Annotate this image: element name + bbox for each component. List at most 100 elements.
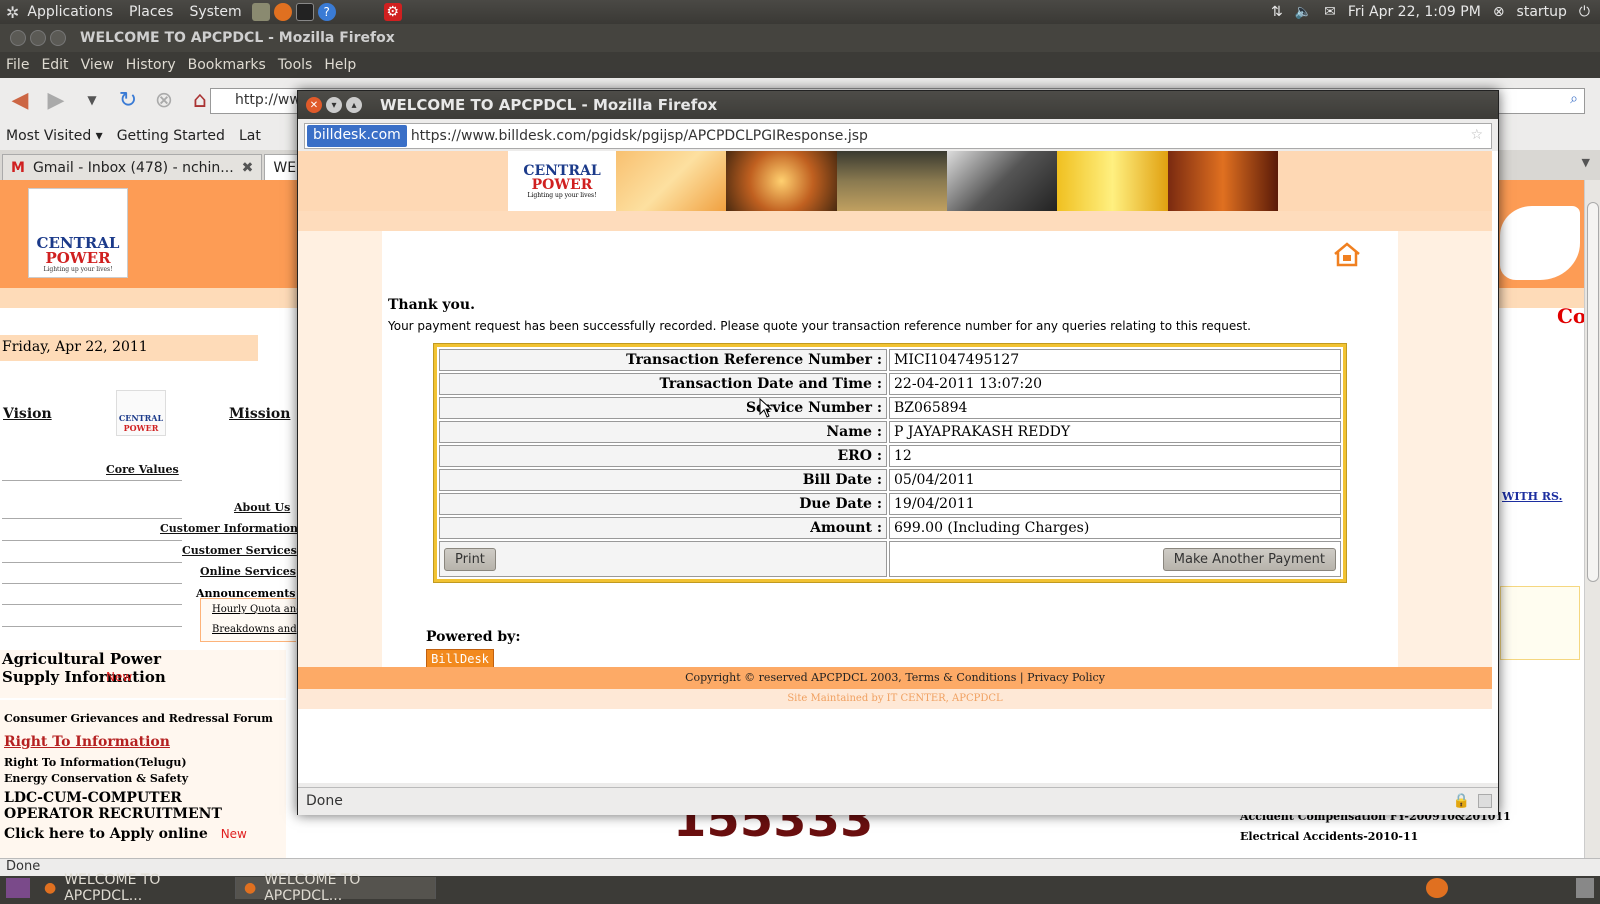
row-value: 12 bbox=[889, 445, 1341, 467]
copyright-text: Copyright © reserved APCPDCL 2003, bbox=[685, 671, 902, 684]
menu-history[interactable]: History bbox=[120, 57, 182, 73]
new-badge: New bbox=[220, 827, 247, 841]
transaction-table: Transaction Reference Number : MICI104749… bbox=[433, 343, 1347, 583]
row-label: Name : bbox=[439, 421, 887, 443]
core-values-link[interactable]: Core Values bbox=[106, 463, 179, 476]
menu-bookmarks[interactable]: Bookmarks bbox=[182, 57, 272, 73]
popup-titlebar: ✕ ▾ ▴ WELCOME TO APCPDCL - Mozilla Firef… bbox=[298, 91, 1498, 119]
make-another-payment-button[interactable]: Make Another Payment bbox=[1162, 547, 1336, 571]
minimize-icon[interactable]: ▾ bbox=[326, 97, 342, 113]
terminal-icon[interactable] bbox=[295, 3, 314, 21]
ubuntu-logo-icon[interactable]: ✲ bbox=[6, 3, 19, 22]
right-box bbox=[1500, 586, 1580, 660]
close-icon[interactable] bbox=[10, 30, 26, 46]
table-row: Bill Date :05/04/2011 bbox=[439, 469, 1341, 491]
mail-icon[interactable]: ✉ bbox=[1324, 4, 1336, 20]
new-badge: New bbox=[106, 670, 133, 684]
footer-separator: | bbox=[1019, 671, 1024, 684]
row-label: Service Number : bbox=[439, 397, 887, 419]
user-icon: ⊗ bbox=[1492, 4, 1505, 20]
menu-tools[interactable]: Tools bbox=[272, 57, 319, 73]
rti-link[interactable]: Right To Information bbox=[4, 734, 170, 750]
trash-icon[interactable] bbox=[1576, 878, 1594, 898]
search-icon[interactable]: ⌕ bbox=[1570, 91, 1578, 107]
tab-gmail[interactable]: M Gmail - Inbox (478) - nchin... ✖ bbox=[2, 154, 263, 180]
minimize-icon[interactable] bbox=[30, 30, 46, 46]
places-menu[interactable]: Places bbox=[121, 4, 182, 20]
ldc-recruitment-link[interactable]: LDC-CUM-COMPUTER OPERATOR RECRUITMENT bbox=[4, 790, 274, 822]
bg-scrollbar[interactable] bbox=[1584, 180, 1600, 858]
show-desktop-icon[interactable] bbox=[6, 878, 30, 898]
resize-grip-icon[interactable] bbox=[1478, 794, 1492, 808]
volume-icon[interactable]: 🔈 bbox=[1295, 4, 1312, 20]
announcement-item[interactable]: Hourly Quota and bbox=[212, 604, 303, 615]
menu-edit[interactable]: Edit bbox=[35, 57, 74, 73]
main-statusbar: Done bbox=[0, 858, 1600, 876]
mission-link[interactable]: Mission bbox=[229, 406, 290, 422]
site-maintained-text: Site Maintained by IT CENTER, APCPDCL bbox=[298, 689, 1492, 709]
scrollbar-thumb[interactable] bbox=[1587, 202, 1599, 582]
bg-links-list: Consumer Grievances and Redressal Forum … bbox=[0, 700, 286, 858]
print-button[interactable]: Print bbox=[444, 547, 496, 571]
close-icon[interactable]: ✕ bbox=[306, 97, 322, 113]
network-icon[interactable]: ⇅ bbox=[1271, 4, 1283, 20]
tab-list-icon[interactable]: ▼ bbox=[1582, 156, 1590, 169]
another-payment-cell: Make Another Payment bbox=[889, 541, 1341, 577]
apply-online-link[interactable]: Click here to Apply online New bbox=[4, 826, 247, 842]
right-link[interactable]: WITH RS. bbox=[1502, 490, 1562, 503]
reload-icon[interactable]: ↻ bbox=[114, 88, 142, 113]
privacy-link[interactable]: Privacy Policy bbox=[1027, 671, 1105, 684]
menu-view[interactable]: View bbox=[75, 57, 120, 73]
vision-link[interactable]: Vision bbox=[3, 406, 52, 422]
site-identity-badge[interactable]: billdesk.com bbox=[307, 125, 407, 147]
applications-menu[interactable]: Applications bbox=[19, 4, 121, 20]
maximize-icon[interactable] bbox=[50, 30, 66, 46]
firefox-icon: ● bbox=[244, 880, 257, 896]
settings-icon[interactable]: ⚙ bbox=[383, 3, 402, 21]
power-icon[interactable]: ⏻ bbox=[1579, 4, 1590, 20]
bookmark-star-icon[interactable]: ☆ bbox=[1470, 127, 1483, 143]
history-dropdown-icon[interactable]: ▼ bbox=[78, 93, 106, 107]
central-power-logo: CENTRAL POWER Lighting up your lives! bbox=[28, 188, 128, 278]
menu-help[interactable]: Help bbox=[318, 57, 362, 73]
bookmark-most-visited[interactable]: Most Visited ▾ bbox=[6, 128, 103, 144]
bookmark-latest[interactable]: Lat bbox=[239, 128, 261, 144]
divider bbox=[2, 480, 182, 481]
online-services-link[interactable]: Online Services bbox=[200, 565, 296, 578]
file-manager-icon[interactable] bbox=[251, 3, 270, 21]
back-icon[interactable]: ◀ bbox=[6, 88, 34, 113]
home-icon[interactable] bbox=[1332, 241, 1362, 267]
consumer-forum-link[interactable]: Consumer Grievances and Redressal Forum bbox=[4, 712, 273, 725]
maximize-icon[interactable]: ▴ bbox=[346, 97, 362, 113]
date-display: Friday, Apr 22, 2011 bbox=[0, 335, 258, 361]
customer-services-link[interactable]: Customer Services bbox=[182, 544, 297, 557]
system-menu[interactable]: System bbox=[181, 4, 249, 20]
firefox-icon[interactable] bbox=[273, 3, 292, 21]
taskbar-item[interactable]: ● WELCOME TO APCPDCL... bbox=[36, 872, 236, 904]
menu-file[interactable]: File bbox=[0, 57, 35, 73]
tray-firefox-icon[interactable] bbox=[1426, 878, 1448, 898]
customer-information-link[interactable]: Customer Information bbox=[160, 522, 298, 535]
taskbar-item[interactable]: ● WELCOME TO APCPDCL... bbox=[236, 872, 436, 904]
tab-close-icon[interactable]: ✖ bbox=[242, 160, 254, 176]
row-label: Due Date : bbox=[439, 493, 887, 515]
forward-icon[interactable]: ▶ bbox=[42, 88, 70, 113]
energy-conservation-link[interactable]: Energy Conservation & Safety bbox=[4, 772, 188, 785]
announcement-item[interactable]: Breakdowns and bbox=[212, 624, 297, 635]
bookmark-getting-started[interactable]: Getting Started bbox=[117, 128, 225, 144]
row-label: Transaction Date and Time : bbox=[439, 373, 887, 395]
stop-icon[interactable]: ⊗ bbox=[150, 88, 178, 113]
agri-power-info[interactable]: Agricultural Power Supply Information Ne… bbox=[0, 650, 286, 698]
clock[interactable]: Fri Apr 22, 1:09 PM bbox=[1348, 4, 1481, 20]
rti-telugu-link[interactable]: Right To Information(Telugu) bbox=[4, 756, 187, 769]
divider bbox=[2, 604, 182, 605]
banner-photo bbox=[726, 151, 837, 211]
user-menu[interactable]: startup bbox=[1517, 4, 1567, 20]
menubar: File Edit View History Bookmarks Tools H… bbox=[0, 52, 1600, 78]
banner-photo bbox=[836, 151, 947, 211]
electrical-accidents-link[interactable]: Electrical Accidents-2010-11 bbox=[1240, 830, 1418, 843]
popup-location-bar[interactable]: billdesk.com https://www.billdesk.com/pg… bbox=[304, 123, 1492, 149]
help-icon[interactable]: ? bbox=[317, 3, 336, 21]
terms-link[interactable]: Terms & Conditions bbox=[905, 671, 1016, 684]
about-us-link[interactable]: About Us bbox=[234, 501, 290, 514]
